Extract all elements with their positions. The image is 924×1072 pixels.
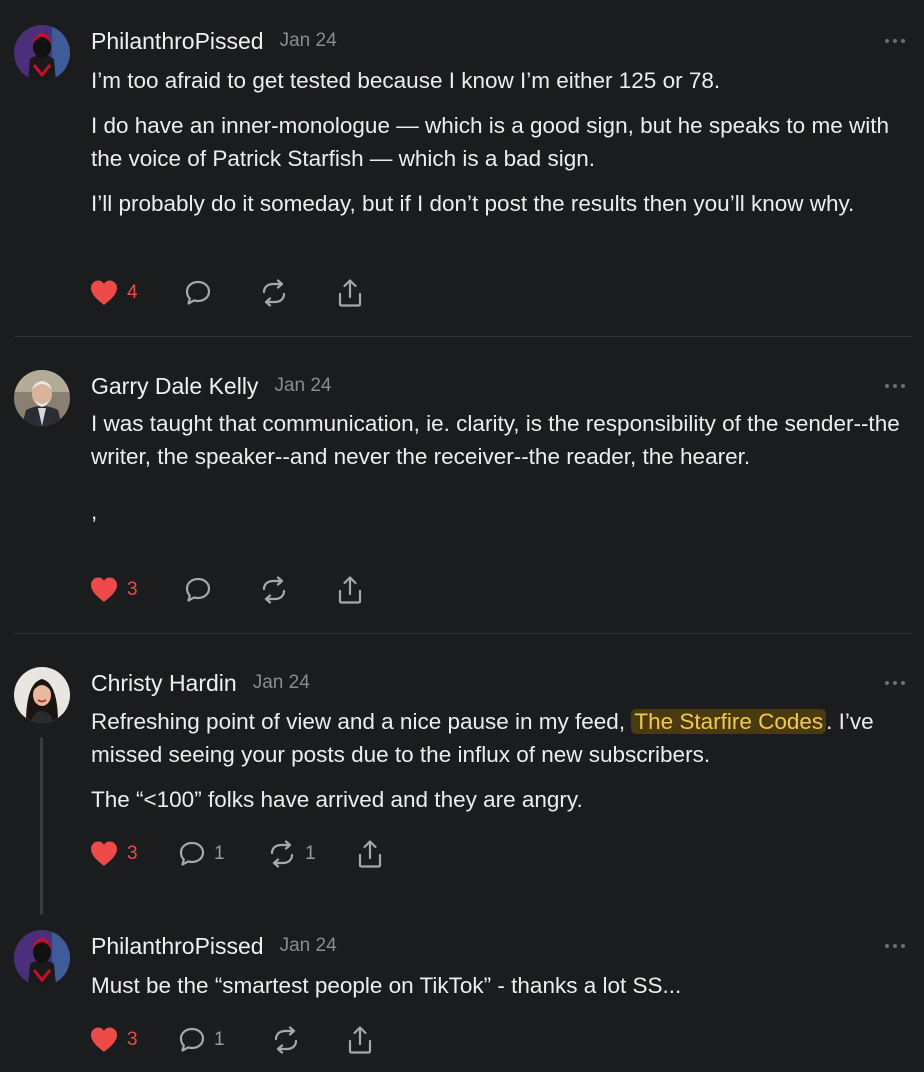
author-name[interactable]: Christy Hardin bbox=[91, 670, 237, 697]
like-button[interactable]: 3 bbox=[89, 574, 138, 606]
comment-bubble-icon bbox=[179, 1027, 205, 1052]
reply-button[interactable]: 1 bbox=[178, 838, 225, 870]
like-button[interactable]: 3 bbox=[89, 838, 138, 870]
restack-button[interactable]: 1 bbox=[267, 838, 316, 870]
reply-button[interactable]: 1 bbox=[178, 1024, 225, 1056]
restack-count: 1 bbox=[305, 843, 316, 864]
share-icon bbox=[348, 1026, 372, 1054]
text-segment: Refreshing point of view and a nice paus… bbox=[91, 709, 632, 734]
thread-line bbox=[40, 737, 43, 915]
heart-icon bbox=[91, 577, 117, 602]
comment-body: Refreshing point of view and a nice paus… bbox=[91, 705, 901, 816]
like-button[interactable]: 4 bbox=[89, 277, 138, 309]
restack-button[interactable] bbox=[271, 1024, 301, 1056]
comment-paragraph: Refreshing point of view and a nice paus… bbox=[91, 705, 901, 771]
reply-count: 1 bbox=[214, 843, 225, 864]
avatar[interactable] bbox=[14, 667, 70, 723]
avatar[interactable] bbox=[14, 930, 70, 986]
share-icon bbox=[358, 840, 382, 868]
comment-paragraph: I’m too afraid to get tested because I k… bbox=[91, 68, 721, 93]
divider bbox=[14, 633, 912, 634]
mention-link[interactable]: The Starfire Codes bbox=[631, 709, 827, 734]
avatar[interactable] bbox=[14, 370, 70, 426]
comment-bubble-icon bbox=[179, 841, 205, 866]
comment-header: Garry Dale Kelly Jan 24 bbox=[91, 370, 331, 402]
like-count: 3 bbox=[127, 1029, 138, 1050]
comment-paragraph: I do have an inner-monologue — which is … bbox=[91, 113, 889, 171]
restack-button[interactable] bbox=[259, 574, 289, 606]
share-button[interactable] bbox=[347, 1024, 373, 1056]
more-dots-icon[interactable] bbox=[884, 378, 906, 388]
comment-body: I was taught that communication, ie. cla… bbox=[91, 407, 901, 528]
comment-header: PhilanthroPissed Jan 24 bbox=[91, 25, 337, 57]
like-count: 4 bbox=[127, 282, 138, 303]
comment-bubble-icon bbox=[185, 577, 211, 602]
like-count: 3 bbox=[127, 843, 138, 864]
comment-body: Must be the “smartest people on TikTok” … bbox=[91, 969, 901, 1002]
share-icon bbox=[338, 279, 362, 307]
comment-paragraph: Must be the “smartest people on TikTok” … bbox=[91, 973, 682, 998]
comment-header: Christy Hardin Jan 24 bbox=[91, 667, 310, 699]
comment-date[interactable]: Jan 24 bbox=[280, 935, 337, 957]
restack-icon bbox=[270, 840, 294, 868]
more-dots-icon[interactable] bbox=[884, 938, 906, 948]
comment-paragraph: I’ll probably do it someday, but if I do… bbox=[91, 191, 855, 216]
like-count: 3 bbox=[127, 579, 138, 600]
author-name[interactable]: Garry Dale Kelly bbox=[91, 373, 258, 400]
share-button[interactable] bbox=[337, 574, 363, 606]
reply-count: 1 bbox=[214, 1029, 225, 1050]
comment-paragraph: I was taught that communication, ie. cla… bbox=[91, 411, 900, 469]
restack-button[interactable] bbox=[259, 277, 289, 309]
author-name[interactable]: PhilanthroPissed bbox=[91, 28, 264, 55]
avatar[interactable] bbox=[14, 25, 70, 81]
more-dots-icon[interactable] bbox=[884, 675, 906, 685]
comment-actions: 3 1 bbox=[89, 1024, 489, 1056]
comment-paragraph: , bbox=[91, 499, 98, 524]
heart-icon bbox=[91, 280, 117, 305]
heart-icon bbox=[91, 1027, 117, 1052]
restack-icon bbox=[274, 1026, 298, 1054]
comment-header: PhilanthroPissed Jan 24 bbox=[91, 930, 337, 962]
comment-paragraph: The “<100” folks have arrived and they a… bbox=[91, 787, 583, 812]
reply-button[interactable] bbox=[184, 574, 212, 606]
like-button[interactable]: 3 bbox=[89, 1024, 138, 1056]
comment-actions: 3 bbox=[89, 574, 489, 606]
share-button[interactable] bbox=[357, 838, 383, 870]
comment-bubble-icon bbox=[185, 280, 211, 305]
comment-date[interactable]: Jan 24 bbox=[253, 672, 310, 694]
comment-actions: 4 bbox=[89, 277, 489, 309]
share-icon bbox=[338, 576, 362, 604]
divider bbox=[14, 336, 912, 337]
comments-thread: PhilanthroPissed Jan 24 I’m too afraid t… bbox=[0, 0, 924, 1072]
reply-button[interactable] bbox=[184, 277, 212, 309]
comment-date[interactable]: Jan 24 bbox=[274, 375, 331, 397]
heart-icon bbox=[91, 841, 117, 866]
restack-icon bbox=[262, 576, 286, 604]
comment-body: I’m too afraid to get tested because I k… bbox=[91, 64, 901, 220]
more-dots-icon[interactable] bbox=[884, 33, 906, 43]
comment-date[interactable]: Jan 24 bbox=[280, 30, 337, 52]
share-button[interactable] bbox=[337, 277, 363, 309]
comment-actions: 3 1 1 bbox=[89, 838, 489, 870]
author-name[interactable]: PhilanthroPissed bbox=[91, 933, 264, 960]
restack-icon bbox=[262, 279, 286, 307]
